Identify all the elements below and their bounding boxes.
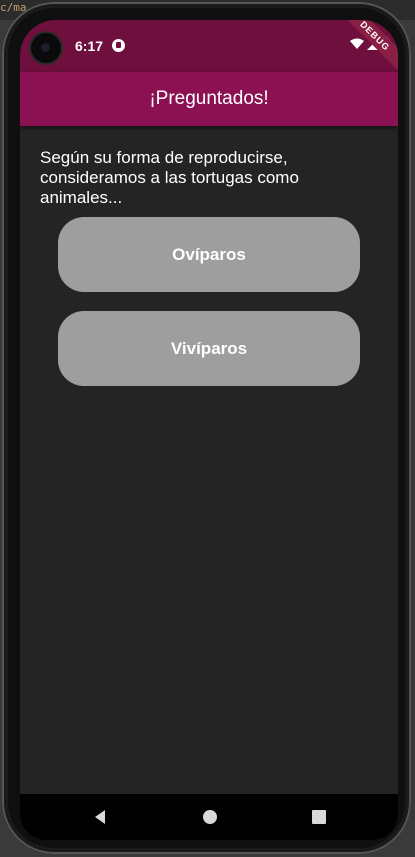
phone-frame: 6:17 DEBUG ¡Preguntados! Según su forma …	[2, 2, 411, 854]
home-icon[interactable]	[199, 806, 221, 828]
status-time: 6:17	[75, 38, 104, 54]
back-icon[interactable]	[90, 806, 112, 828]
answer-button-viviparos[interactable]: Vivíparos	[58, 311, 360, 386]
answer-button-oviparos[interactable]: Ovíparos	[58, 217, 360, 292]
recents-icon[interactable]	[308, 806, 330, 828]
phone-screen: 6:17 DEBUG ¡Preguntados! Según su forma …	[20, 20, 398, 840]
status-bar: 6:17 DEBUG	[20, 20, 398, 74]
app-title: ¡Preguntados!	[149, 88, 269, 109]
wifi-icon	[350, 38, 364, 49]
notification-app-icon	[112, 39, 125, 52]
navigation-bar	[20, 794, 398, 840]
question-text: Según su forma de reproducirse, consider…	[40, 148, 299, 207]
app-bar: ¡Preguntados!	[20, 72, 398, 126]
front-camera	[31, 33, 61, 63]
